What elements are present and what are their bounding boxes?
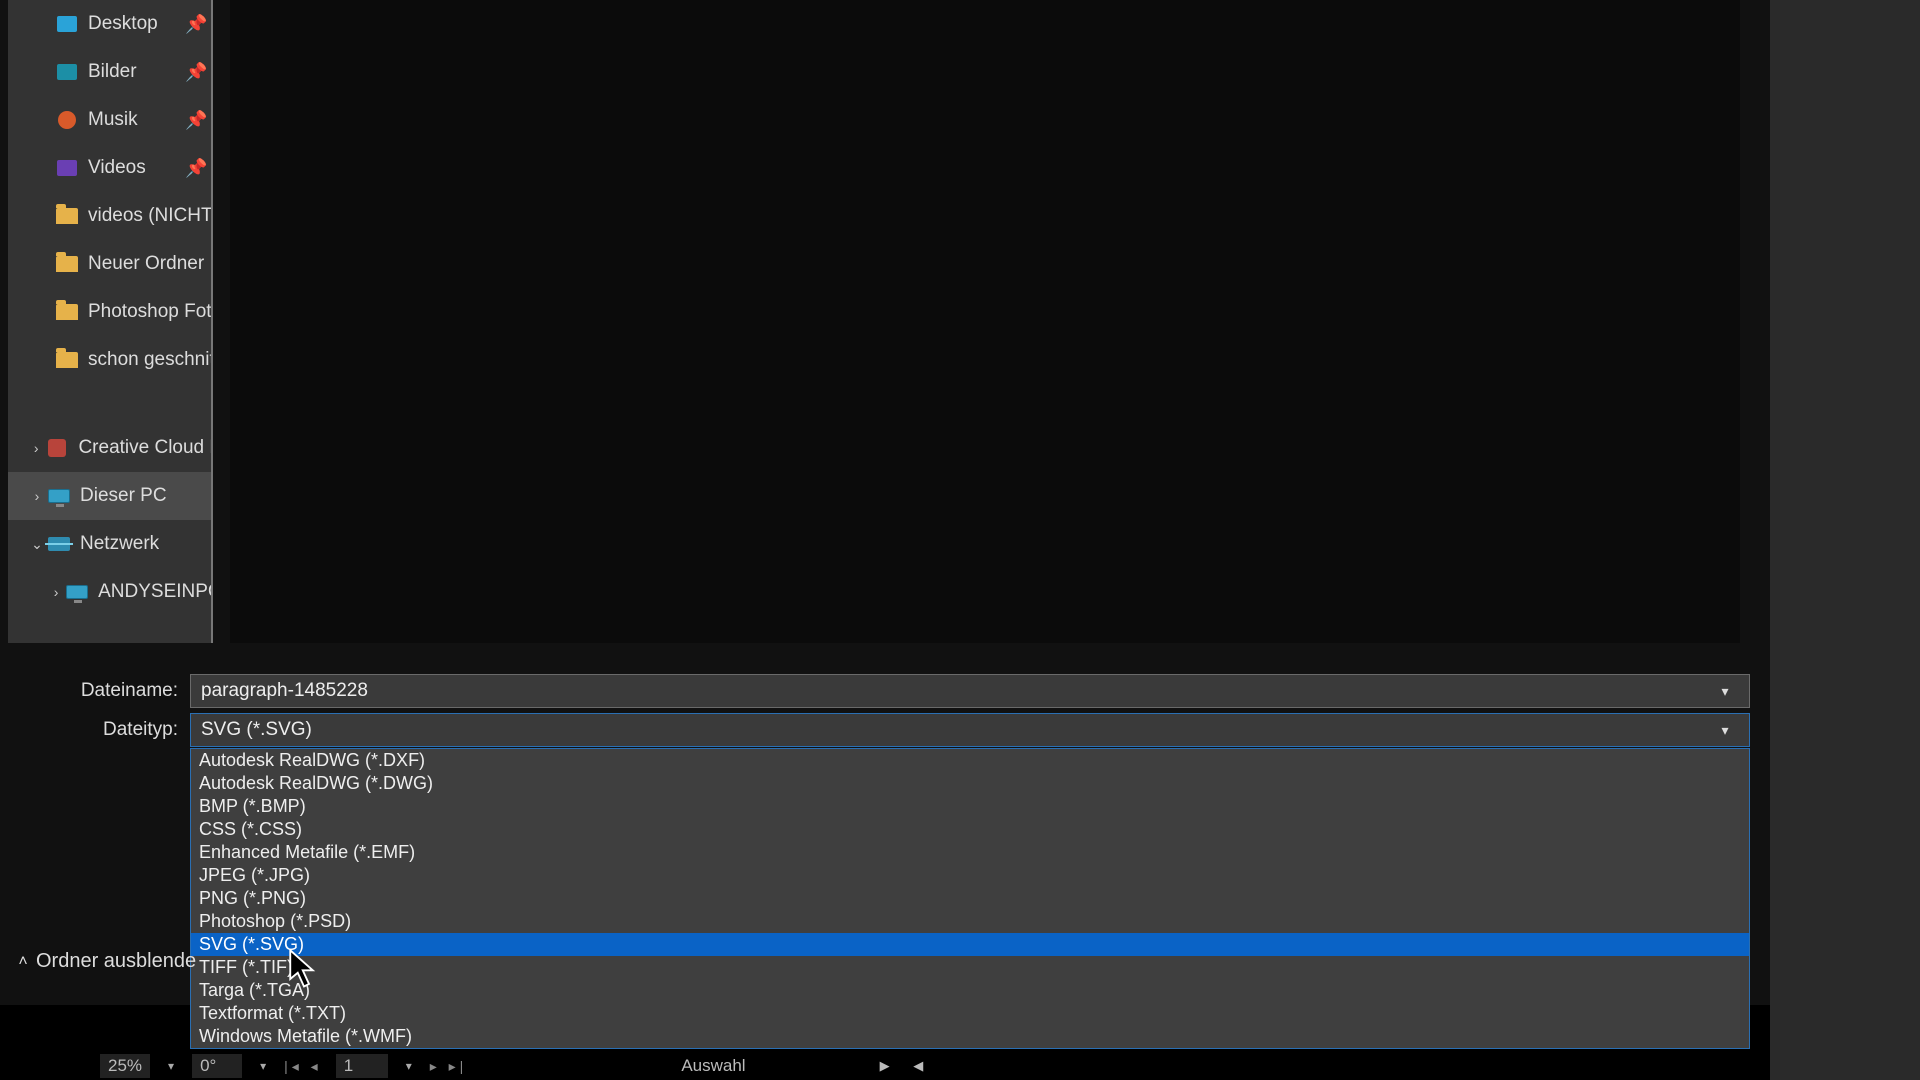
page-nav-prev[interactable]: |◂ ◂: [284, 1058, 322, 1075]
filename-input[interactable]: paragraph-1485228 ▾: [190, 674, 1750, 708]
tree-item-this-pc[interactable]: › Dieser PC: [8, 472, 211, 520]
chevron-up-icon: ˄: [10, 953, 36, 971]
tree-item-folder[interactable]: Neuer Ordner: [8, 240, 211, 288]
file-preview-area: [230, 0, 1740, 643]
selection-label: Auswahl: [681, 1056, 745, 1076]
tree-item-musik[interactable]: Musik 📌: [8, 96, 211, 144]
filetype-value: SVG (*.SVG): [201, 719, 312, 741]
page-field[interactable]: 1: [336, 1054, 388, 1078]
tree-item-folder[interactable]: schon geschnitt: [8, 336, 211, 384]
hide-folders-label: Ordner ausblende: [36, 950, 196, 973]
filetype-option[interactable]: Windows Metafile (*.WMF): [191, 1025, 1749, 1048]
pin-icon: 📌: [185, 110, 205, 131]
desktop-icon: [56, 13, 78, 35]
pin-icon: 📌: [185, 14, 205, 35]
pc-icon: [48, 485, 70, 507]
videos-icon: [56, 157, 78, 179]
filename-label: Dateiname:: [60, 680, 190, 702]
filetype-option[interactable]: Photoshop (*.PSD): [191, 910, 1749, 933]
folder-icon: [56, 205, 78, 227]
tree-label: ANDYSEINPC: [98, 581, 211, 603]
filetype-option[interactable]: PNG (*.PNG): [191, 887, 1749, 910]
tree-label: Creative Cloud F: [78, 437, 211, 459]
chevron-down-icon[interactable]: ▾: [1711, 722, 1739, 739]
filetype-option[interactable]: Textformat (*.TXT): [191, 1002, 1749, 1025]
filetype-option[interactable]: TIFF (*.TIF): [191, 956, 1749, 979]
tree-separator: [8, 384, 211, 424]
rotation-value: 0°: [200, 1056, 216, 1076]
zoom-field[interactable]: 25%: [100, 1054, 150, 1078]
filetype-dropdown[interactable]: Autodesk RealDWG (*.DXF)Autodesk RealDWG…: [190, 748, 1750, 1049]
zoom-value: 25%: [108, 1056, 142, 1076]
page-value: 1: [344, 1056, 353, 1076]
filetype-option[interactable]: Autodesk RealDWG (*.DWG): [191, 772, 1749, 795]
pictures-icon: [56, 61, 78, 83]
folder-icon: [56, 253, 78, 275]
tree-item-bilder[interactable]: Bilder 📌: [8, 48, 211, 96]
tree-label: Netzwerk: [80, 533, 159, 555]
tree-label: Dieser PC: [80, 485, 167, 507]
network-icon: [48, 533, 70, 555]
folder-icon: [56, 301, 78, 323]
filetype-option[interactable]: Targa (*.TGA): [191, 979, 1749, 1002]
tree-item-videos[interactable]: Videos 📌: [8, 144, 211, 192]
folder-tree: Desktop 📌 Bilder 📌 Musik 📌 Videos 📌 vide…: [8, 0, 213, 643]
tree-label: Videos: [88, 157, 146, 179]
tree-label: Musik: [88, 109, 138, 131]
filetype-option[interactable]: BMP (*.BMP): [191, 795, 1749, 818]
tree-label: Bilder: [88, 61, 137, 83]
filetype-combobox[interactable]: SVG (*.SVG) ▾: [190, 713, 1750, 747]
creative-cloud-icon: [46, 437, 68, 459]
chevron-down-icon[interactable]: ▾: [256, 1059, 270, 1073]
chevron-down-icon[interactable]: ▾: [1711, 683, 1739, 700]
expander-icon[interactable]: ›: [26, 440, 46, 456]
tree-item-folder[interactable]: Photoshop Foto: [8, 288, 211, 336]
chevron-down-icon[interactable]: ▾: [164, 1059, 178, 1073]
filetype-row: Dateityp: SVG (*.SVG) ▾: [70, 713, 1750, 747]
pin-icon: 📌: [185, 62, 205, 83]
tree-label: schon geschnitt: [88, 349, 211, 371]
tree-label: Neuer Ordner: [88, 253, 204, 275]
filename-value: paragraph-1485228: [201, 680, 368, 702]
tree-item-folder[interactable]: videos (NICHT F: [8, 192, 211, 240]
filename-row: Dateiname: paragraph-1485228 ▾: [60, 674, 1750, 708]
pin-icon: 📌: [185, 158, 205, 179]
tree-item-network-pc[interactable]: › ANDYSEINPC: [8, 568, 211, 616]
tree-item-network[interactable]: ⌄ Netzwerk: [8, 520, 211, 568]
tree-label: Photoshop Foto: [88, 301, 211, 323]
filetype-option[interactable]: Enhanced Metafile (*.EMF): [191, 841, 1749, 864]
tree-item-creative-cloud[interactable]: › Creative Cloud F: [8, 424, 211, 472]
tree-label: videos (NICHT F: [88, 205, 211, 227]
filetype-option[interactable]: CSS (*.CSS): [191, 818, 1749, 841]
filetype-label: Dateityp:: [70, 719, 190, 741]
expander-icon[interactable]: ›: [46, 584, 66, 600]
expander-icon[interactable]: ›: [26, 488, 48, 504]
chevron-down-icon[interactable]: ▾: [402, 1059, 416, 1073]
save-dialog: Desktop 📌 Bilder 📌 Musik 📌 Videos 📌 vide…: [0, 0, 1770, 1005]
filetype-option[interactable]: JPEG (*.JPG): [191, 864, 1749, 887]
filetype-option[interactable]: Autodesk RealDWG (*.DXF): [191, 749, 1749, 772]
app-statusbar: 25% ▾ 0° ▾ |◂ ◂ 1 ▾ ▸ ▸| Auswahl ▶ ◀: [100, 1052, 1900, 1080]
filetype-option[interactable]: SVG (*.SVG): [191, 933, 1749, 956]
playback-controls[interactable]: ▶ ◀: [880, 1058, 934, 1074]
tree-item-desktop[interactable]: Desktop 📌: [8, 0, 211, 48]
pc-icon: [66, 581, 88, 603]
folder-icon: [56, 349, 78, 371]
tree-label: Desktop: [88, 13, 158, 35]
hide-folders-button[interactable]: ˄ Ordner ausblende: [10, 950, 196, 973]
rotation-field[interactable]: 0°: [192, 1054, 242, 1078]
page-nav-next[interactable]: ▸ ▸|: [430, 1058, 468, 1075]
music-icon: [56, 109, 78, 131]
app-background: [1770, 0, 1920, 1080]
